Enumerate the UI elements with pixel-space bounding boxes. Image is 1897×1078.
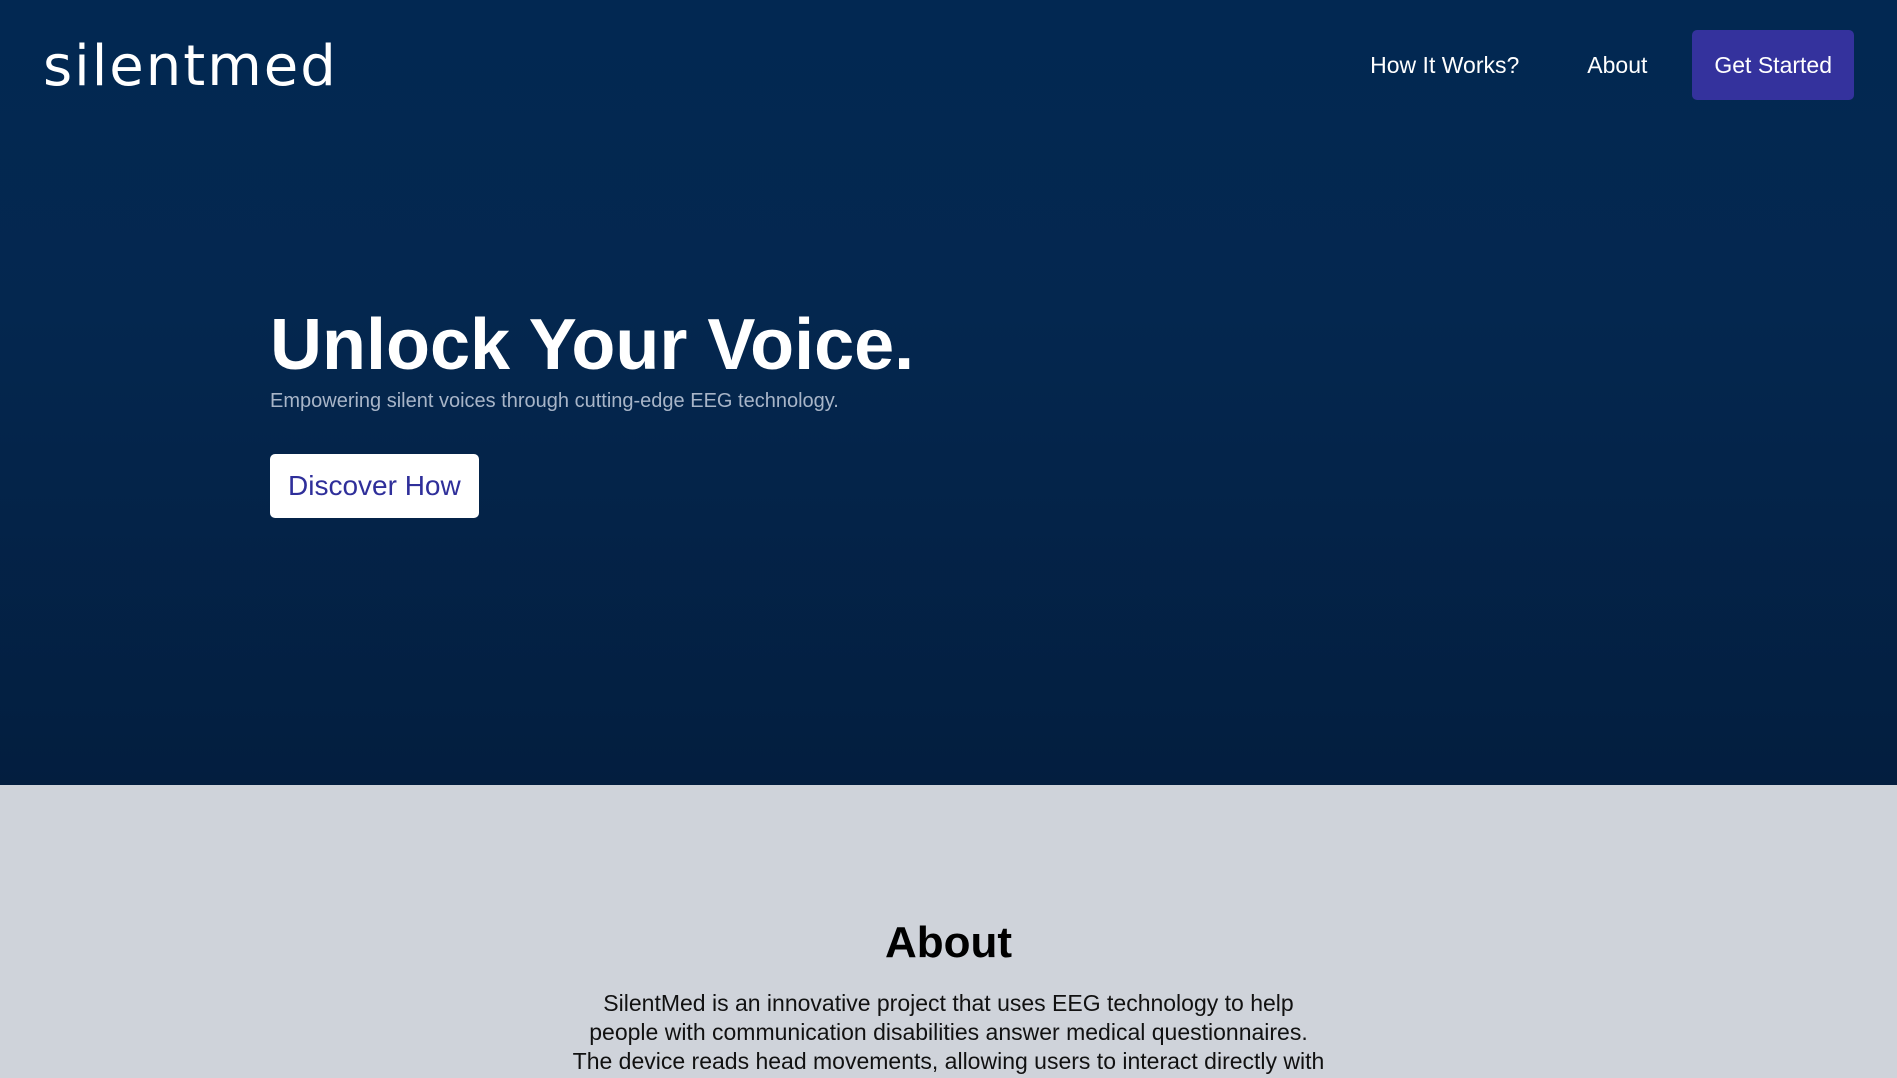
hero-subtitle: Empowering silent voices through cutting… bbox=[270, 390, 839, 412]
discover-how-button[interactable]: Discover How bbox=[270, 454, 479, 518]
about-section: About SilentMed is an innovative project… bbox=[0, 785, 1897, 1078]
hero-section: silentmed How It Works? About Get Starte… bbox=[0, 0, 1897, 785]
navbar: silentmed How It Works? About Get Starte… bbox=[0, 0, 1897, 130]
logo[interactable]: silentmed bbox=[43, 32, 338, 102]
hero-title: Unlock Your Voice. bbox=[270, 305, 915, 385]
hero-content: Unlock Your Voice. Empowering silent voi… bbox=[270, 300, 914, 518]
about-title: About bbox=[884, 918, 1013, 967]
nav-link-how-it-works[interactable]: How It Works? bbox=[1370, 30, 1519, 100]
get-started-button[interactable]: Get Started bbox=[1692, 30, 1854, 100]
about-text: SilentMed is an innovative project that … bbox=[572, 990, 1325, 1078]
nav-link-about[interactable]: About bbox=[1587, 30, 1647, 100]
nav-links: How It Works? About Get Started bbox=[1370, 30, 1854, 100]
